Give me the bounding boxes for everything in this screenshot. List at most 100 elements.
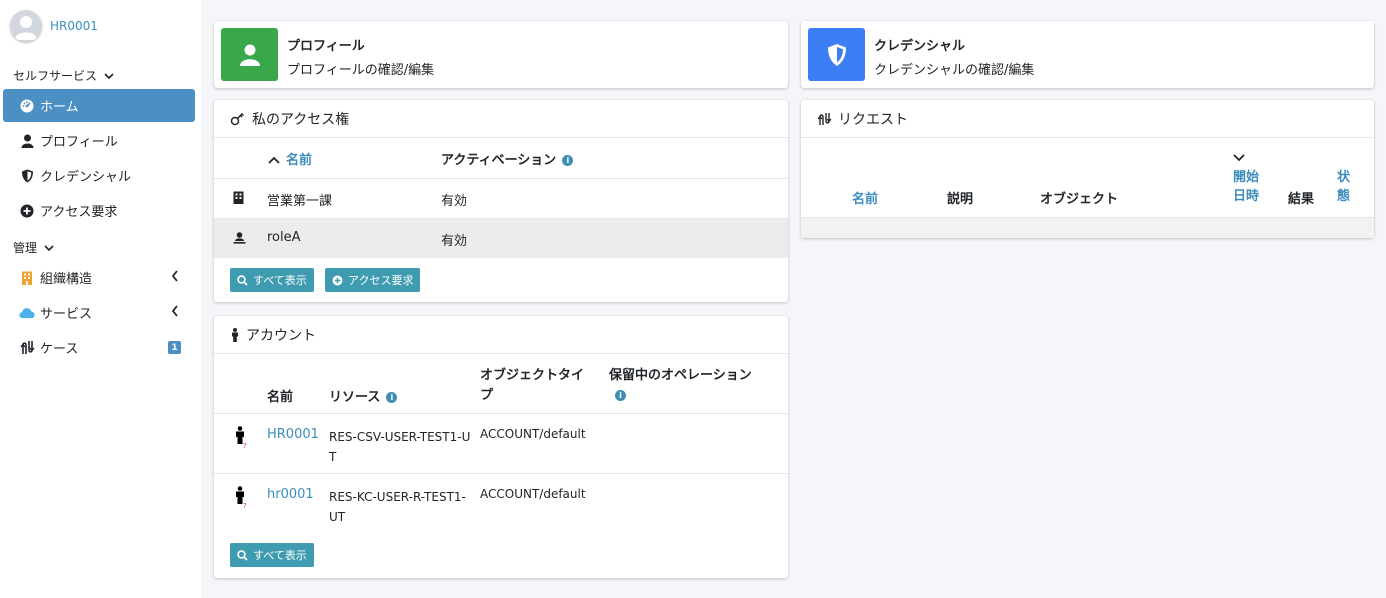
accounts-card: アカウント 名前 リソース i オブジェクトタイ プ 保留中のオペレーション i … <box>214 316 788 578</box>
accounts-col-object-type-line1: オブジェクトタイ <box>480 368 585 383</box>
building-icon <box>233 191 244 208</box>
shield-icon <box>19 168 35 184</box>
requests-col-object: オブジェクト <box>1040 192 1119 207</box>
case-icon <box>817 112 832 126</box>
access-col-activation-label: アクティベーション <box>441 153 557 168</box>
accounts-col-pending: 保留中のオペレーション i <box>609 366 752 406</box>
shield-icon <box>827 43 846 66</box>
account-object-type: ACCOUNT/default <box>480 487 586 501</box>
chevron-down-icon <box>104 72 114 79</box>
self-service-header[interactable]: セルフサービス <box>13 67 114 84</box>
access-col-name-label: 名前 <box>286 153 313 168</box>
table-row[interactable]: ? hr0001 RES-KC-USER-R-TEST1- UT ACCOUNT… <box>214 473 788 533</box>
account-name-link[interactable]: hr0001 <box>267 487 314 502</box>
access-request-button[interactable]: アクセス要求 <box>325 268 421 292</box>
info-icon[interactable]: i <box>615 390 626 401</box>
account-name-link[interactable]: HR0001 <box>267 427 319 442</box>
role-icon <box>233 231 246 248</box>
table-row[interactable]: ? HR0001 RES-CSV-USER-TEST1-U T ACCOUNT/… <box>214 413 788 473</box>
accounts-header: アカウント <box>214 316 788 354</box>
my-access-title: 私のアクセス権 <box>252 111 350 128</box>
chevron-down-icon <box>44 244 54 251</box>
self-service-label: セルフサービス <box>13 69 98 83</box>
sidebar-item-org-structure[interactable]: 組織構造 <box>3 261 195 294</box>
credential-info-box[interactable]: クレデンシャル クレデンシャルの確認/編集 <box>801 21 1374 88</box>
user-panel[interactable]: HR0001 <box>10 10 98 42</box>
accounts-show-all-button[interactable]: すべて表示 <box>230 543 314 567</box>
accounts-col-name: 名前 <box>267 390 294 405</box>
account-resource: RES-CSV-USER-TEST1-U T <box>329 427 470 467</box>
account-resource-line1: RES-KC-USER-R-TEST1- <box>329 490 466 504</box>
svg-text:?: ? <box>243 442 247 450</box>
sidebar-item-case[interactable]: ケース 1 <box>3 331 195 364</box>
access-show-all-button[interactable]: すべて表示 <box>230 268 314 292</box>
chevron-left-icon <box>171 305 178 317</box>
admin-label: 管理 <box>13 241 38 255</box>
admin-header[interactable]: 管理 <box>13 239 54 256</box>
case-icon <box>19 340 35 356</box>
user-name-link[interactable]: HR0001 <box>50 19 98 33</box>
accounts-col-object-type: オブジェクトタイ プ <box>480 366 584 406</box>
requests-col-status[interactable]: 状 態 <box>1337 168 1350 206</box>
sidebar-item-profile[interactable]: プロフィール <box>3 124 195 157</box>
profile-box-title: プロフィール <box>287 39 365 54</box>
user-icon <box>239 44 260 66</box>
sidebar-item-credential[interactable]: クレデンシャル <box>3 159 195 192</box>
table-row[interactable]: roleA 有効 <box>214 218 788 258</box>
account-resource: RES-KC-USER-R-TEST1- UT <box>329 487 466 527</box>
profile-box-subtitle: プロフィールの確認/編集 <box>287 63 435 78</box>
requests-title: リクエスト <box>838 111 908 128</box>
requests-col-status-line1: 状 <box>1337 170 1351 185</box>
avatar <box>10 10 42 42</box>
sidebar-item-label: プロフィール <box>40 135 118 150</box>
requests-col-name[interactable]: 名前 <box>852 188 878 207</box>
account-person-icon: ? <box>234 426 247 454</box>
building-icon <box>19 270 35 286</box>
search-icon <box>237 274 248 286</box>
table-row[interactable]: 営業第一課 有効 <box>214 178 788 218</box>
user-icon <box>19 133 35 149</box>
svg-text:?: ? <box>243 502 247 510</box>
account-object-type: ACCOUNT/default <box>480 427 586 441</box>
sidebar-item-home[interactable]: ホーム <box>3 89 195 122</box>
chevron-down-icon <box>1233 154 1245 162</box>
info-icon[interactable]: i <box>386 392 398 403</box>
access-col-name[interactable]: 名前 <box>268 149 312 168</box>
requests-col-start-line2: 日時 <box>1233 189 1260 204</box>
accounts-show-all-label: すべて表示 <box>253 549 307 562</box>
access-request-label: アクセス要求 <box>348 274 414 287</box>
sidebar-item-label: クレデンシャル <box>40 170 132 185</box>
access-activation: 有効 <box>441 234 468 249</box>
sidebar-item-label: ケース <box>40 342 79 357</box>
requests-empty-row <box>801 217 1374 238</box>
access-activation: 有効 <box>441 194 468 209</box>
accounts-col-resource-label: リソース <box>329 390 381 405</box>
credential-box-subtitle: クレデンシャルの確認/編集 <box>874 63 1035 78</box>
dashboard-icon <box>19 98 35 114</box>
plus-circle-icon <box>19 203 35 219</box>
account-resource-line2: T <box>329 450 337 464</box>
credential-box-icon-bg <box>808 28 865 81</box>
account-resource-line2: UT <box>329 510 346 524</box>
key-icon <box>230 112 246 126</box>
sidebar-item-label: ホーム <box>40 100 79 115</box>
plus-circle-icon <box>332 275 343 285</box>
requests-col-start[interactable]: 開始 日時 <box>1233 149 1259 206</box>
sidebar-item-service[interactable]: サービス <box>3 296 195 329</box>
access-name: 営業第一課 <box>267 194 333 209</box>
access-col-activation: アクティベーション i <box>441 149 574 168</box>
credential-box-title: クレデンシャル <box>874 39 966 54</box>
requests-card: リクエスト 名前 説明 オブジェクト 開始 日時 結果 状 態 <box>801 100 1374 238</box>
my-access-header: 私のアクセス権 <box>214 100 788 138</box>
sidebar-item-label: サービス <box>40 307 93 322</box>
accounts-title: アカウント <box>246 327 316 344</box>
profile-box-icon-bg <box>221 28 278 81</box>
profile-info-box[interactable]: プロフィール プロフィールの確認/編集 <box>214 21 788 88</box>
requests-col-result: 結果 <box>1288 192 1315 207</box>
access-show-all-label: すべて表示 <box>253 274 307 287</box>
requests-header: リクエスト <box>801 100 1374 138</box>
chevron-up-icon <box>268 156 280 164</box>
info-icon[interactable]: i <box>562 155 574 166</box>
sidebar-item-access-request[interactable]: アクセス要求 <box>3 194 195 227</box>
my-access-card: 私のアクセス権 名前 アクティベーション i 営業第一課 有効 roleA 有効 … <box>214 100 788 302</box>
